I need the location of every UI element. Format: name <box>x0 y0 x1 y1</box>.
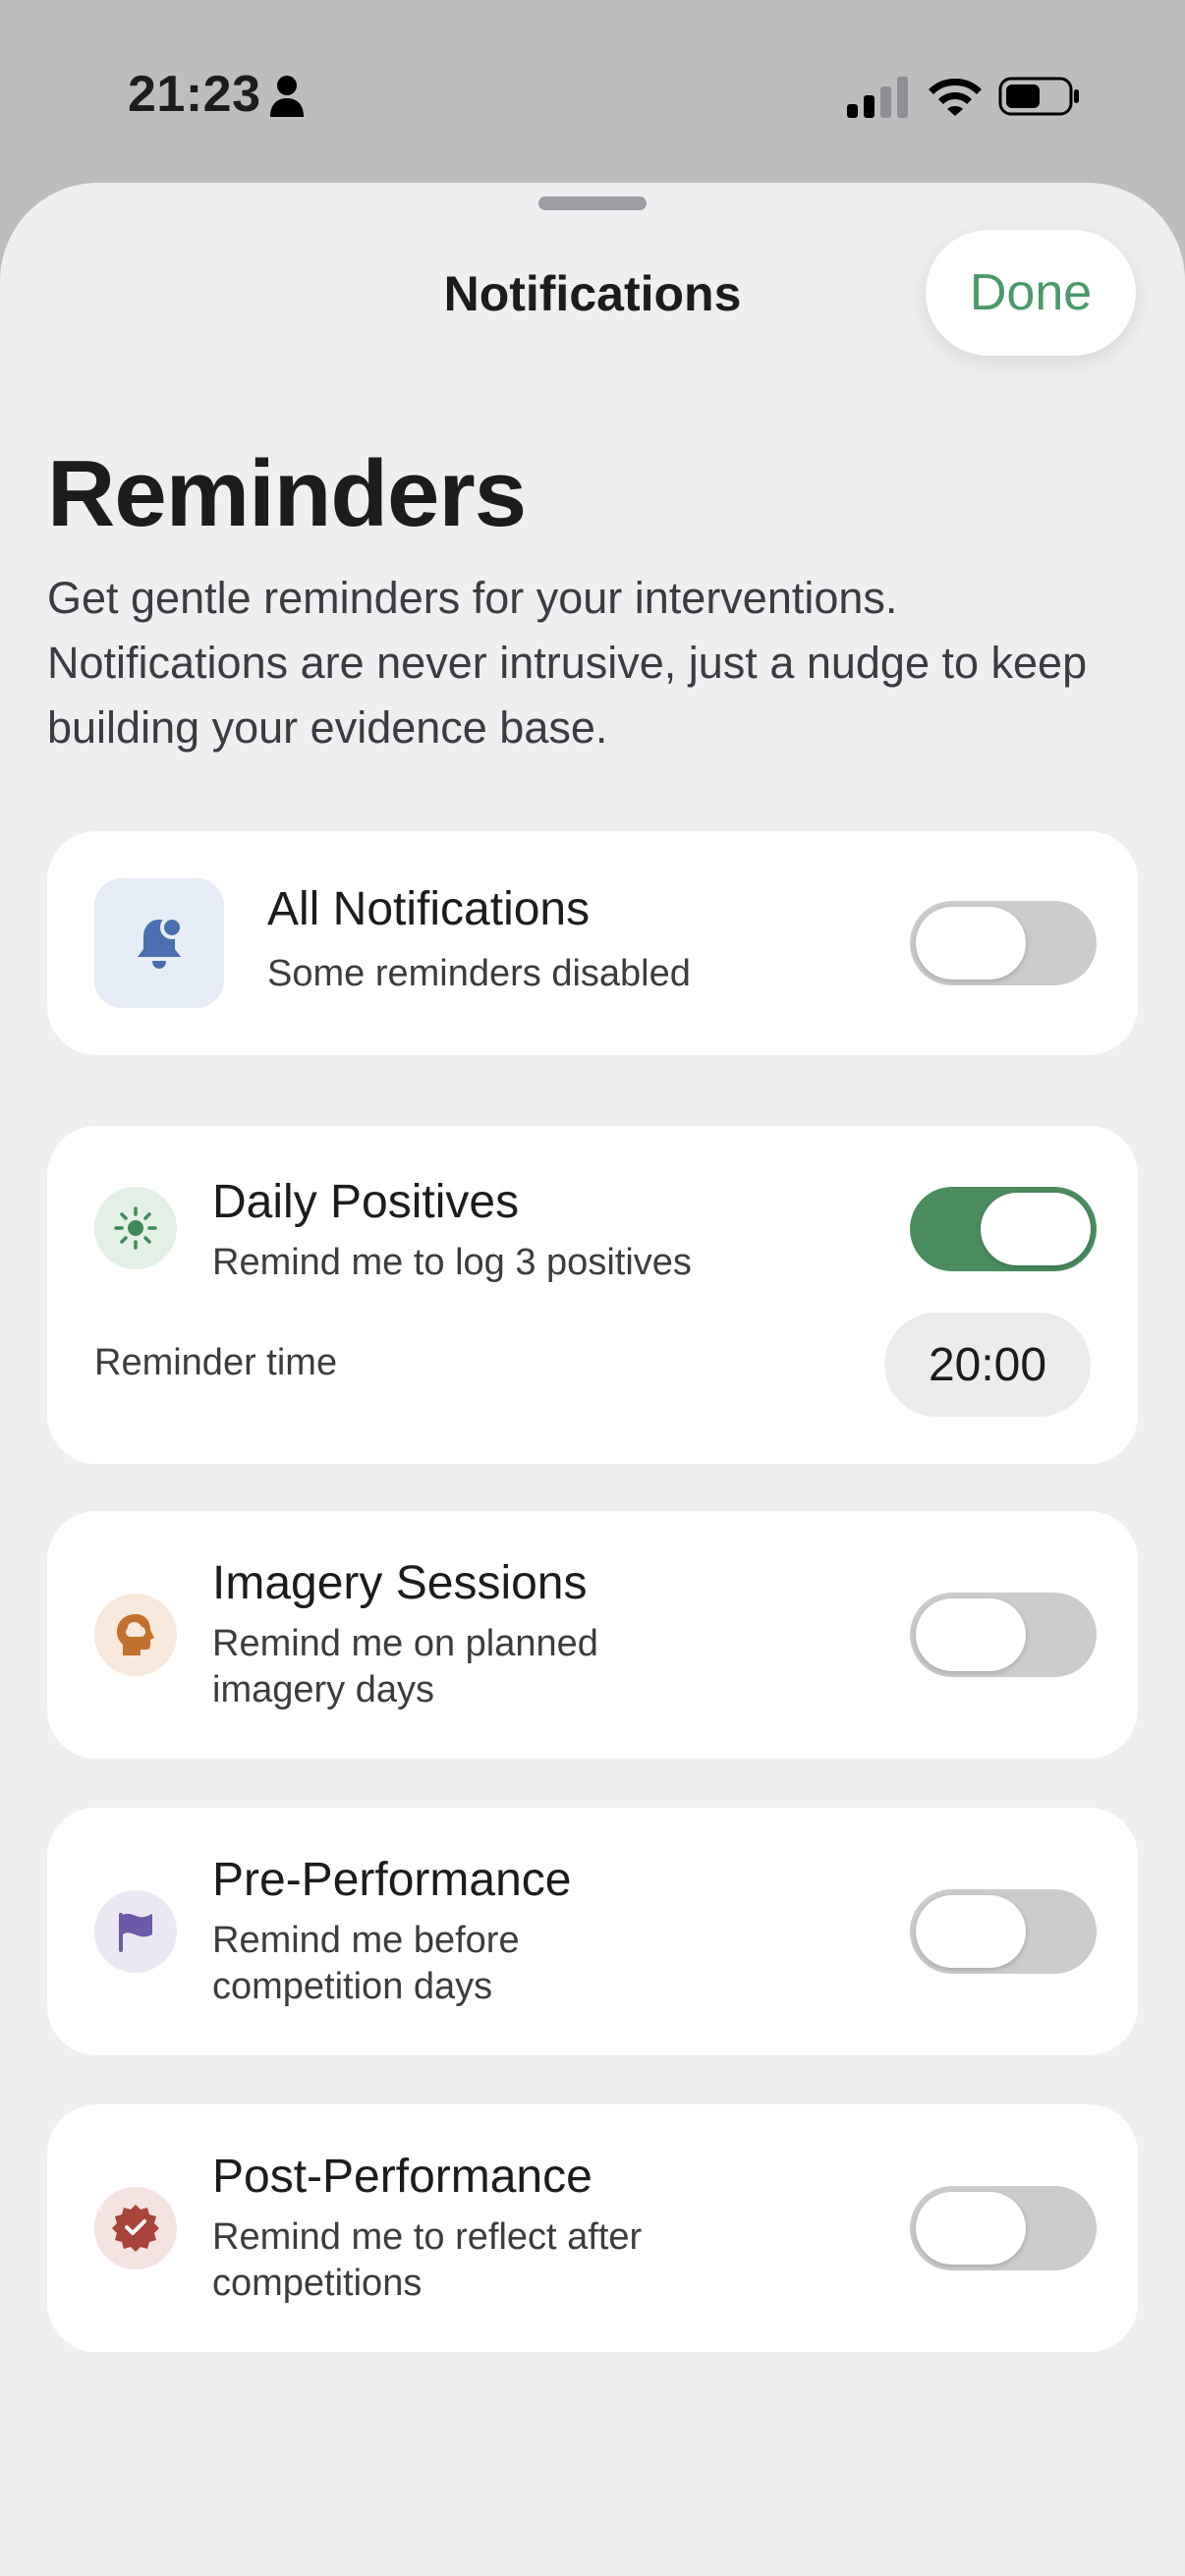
person-icon <box>270 76 304 117</box>
pre-performance-toggle[interactable] <box>910 1889 1097 1974</box>
all-notifications-title: All Notifications <box>267 883 591 935</box>
post-performance-toggle[interactable] <box>910 2186 1097 2270</box>
daily-positives-card: Daily Positives Remind me to log 3 posit… <box>47 1126 1138 1464</box>
sun-icon <box>94 1187 177 1269</box>
done-button[interactable]: Done <box>926 230 1136 356</box>
post-performance-subtitle: Remind me to reflect after competitions <box>212 2216 643 2304</box>
imagery-sessions-card: Imagery Sessions Remind me on planned im… <box>47 1511 1138 1759</box>
cellular-signal-icon <box>847 77 908 118</box>
notifications-sheet: Notifications Done Reminders Get gentle … <box>0 183 1185 2576</box>
battery-icon <box>998 77 1079 116</box>
wifi-icon <box>929 79 982 116</box>
flag-icon <box>94 1890 177 1973</box>
post-performance-title: Post-Performance <box>212 2151 592 2203</box>
pre-performance-title: Pre-Performance <box>212 1854 572 1906</box>
pre-performance-card: Pre-Performance Remind me before competi… <box>47 1808 1138 2055</box>
daily-positives-subtitle: Remind me to log 3 positives <box>212 1242 692 1283</box>
page-description: Get gentle reminders for your interventi… <box>47 573 1088 753</box>
status-time: 21:23 <box>128 66 261 123</box>
reminder-time-picker[interactable]: 20:00 <box>884 1313 1091 1417</box>
sheet-grabber[interactable] <box>538 196 647 210</box>
page-heading: Reminders <box>47 441 527 546</box>
toggle-knob <box>916 1598 1026 1671</box>
all-notifications-card: All Notifications Some reminders disable… <box>47 831 1138 1055</box>
daily-positives-title: Daily Positives <box>212 1176 520 1228</box>
toggle-knob <box>916 1895 1026 1968</box>
pre-performance-subtitle: Remind me before competition days <box>212 1920 520 2007</box>
all-notifications-toggle[interactable] <box>910 901 1097 985</box>
toggle-knob <box>981 1193 1091 1265</box>
toggle-knob <box>916 2192 1026 2265</box>
toggle-knob <box>916 907 1026 980</box>
all-notifications-subtitle: Some reminders disabled <box>267 953 691 994</box>
post-performance-card: Post-Performance Remind me to reflect af… <box>47 2104 1138 2352</box>
status-bar: 21:23 <box>0 0 1185 187</box>
reminder-time-label: Reminder time <box>94 1342 338 1383</box>
checkmark-seal-icon <box>94 2187 177 2269</box>
brain-head-icon <box>94 1594 177 1676</box>
bell-badge-icon <box>94 878 224 1008</box>
imagery-sessions-title: Imagery Sessions <box>212 1557 588 1609</box>
imagery-sessions-toggle[interactable] <box>910 1593 1097 1677</box>
imagery-sessions-subtitle: Remind me on planned imagery days <box>212 1623 598 1710</box>
daily-positives-toggle[interactable] <box>910 1187 1097 1271</box>
